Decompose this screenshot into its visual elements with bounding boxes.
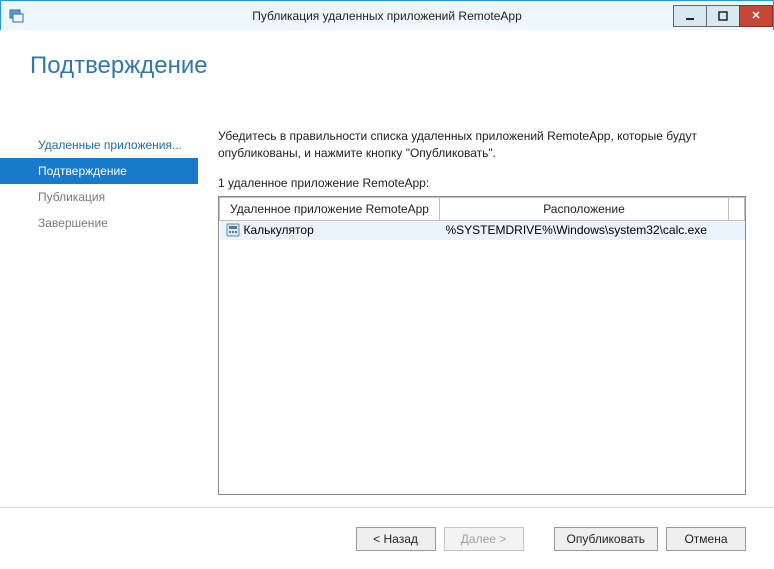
cell-app-name: Калькулятор — [244, 223, 314, 237]
content-area: Удаленные приложения... Подтверждение Пу… — [0, 120, 774, 507]
window-controls: ✕ — [674, 5, 773, 27]
back-button[interactable]: < Назад — [356, 527, 436, 551]
next-button: Далее > — [444, 527, 524, 551]
step-complete: Завершение — [0, 210, 198, 236]
maximize-button[interactable] — [706, 5, 740, 27]
main-panel: Убедитесь в правильности списка удаленны… — [198, 120, 774, 507]
step-sidebar: Удаленные приложения... Подтверждение Пу… — [0, 120, 198, 507]
step-confirmation[interactable]: Подтверждение — [0, 158, 198, 184]
window-title: Публикация удаленных приложений RemoteAp… — [1, 9, 773, 23]
system-menu-icon[interactable] — [1, 8, 31, 24]
apps-table-wrap: Удаленное приложение RemoteApp Расположе… — [218, 196, 746, 495]
wizard-body: Подтверждение Удаленные приложения... По… — [0, 30, 774, 569]
minimize-button[interactable] — [673, 5, 707, 27]
table-row[interactable]: Калькулятор %SYSTEMDRIVE%\Windows\system… — [220, 220, 745, 240]
instruction-text: Убедитесь в правильности списка удаленны… — [218, 128, 746, 162]
cancel-button[interactable]: Отмена — [666, 527, 746, 551]
col-header-location[interactable]: Расположение — [440, 197, 729, 220]
apps-table: Удаленное приложение RemoteApp Расположе… — [219, 197, 745, 241]
close-icon: ✕ — [751, 9, 760, 22]
col-header-spacer — [729, 197, 745, 220]
cell-spacer — [729, 220, 745, 240]
calculator-icon — [226, 223, 240, 237]
cell-app-location: %SYSTEMDRIVE%\Windows\system32\calc.exe — [440, 220, 729, 240]
step-remote-apps[interactable]: Удаленные приложения... — [0, 132, 198, 158]
list-label: 1 удаленное приложение RemoteApp: — [218, 176, 746, 190]
col-header-name[interactable]: Удаленное приложение RemoteApp — [220, 197, 440, 220]
step-publish: Публикация — [0, 184, 198, 210]
wizard-footer: < Назад Далее > Опубликовать Отмена — [0, 507, 774, 569]
page-title: Подтверждение — [0, 30, 774, 100]
close-button[interactable]: ✕ — [739, 5, 773, 27]
publish-button[interactable]: Опубликовать — [554, 527, 658, 551]
title-bar: Публикация удаленных приложений RemoteAp… — [1, 1, 773, 31]
